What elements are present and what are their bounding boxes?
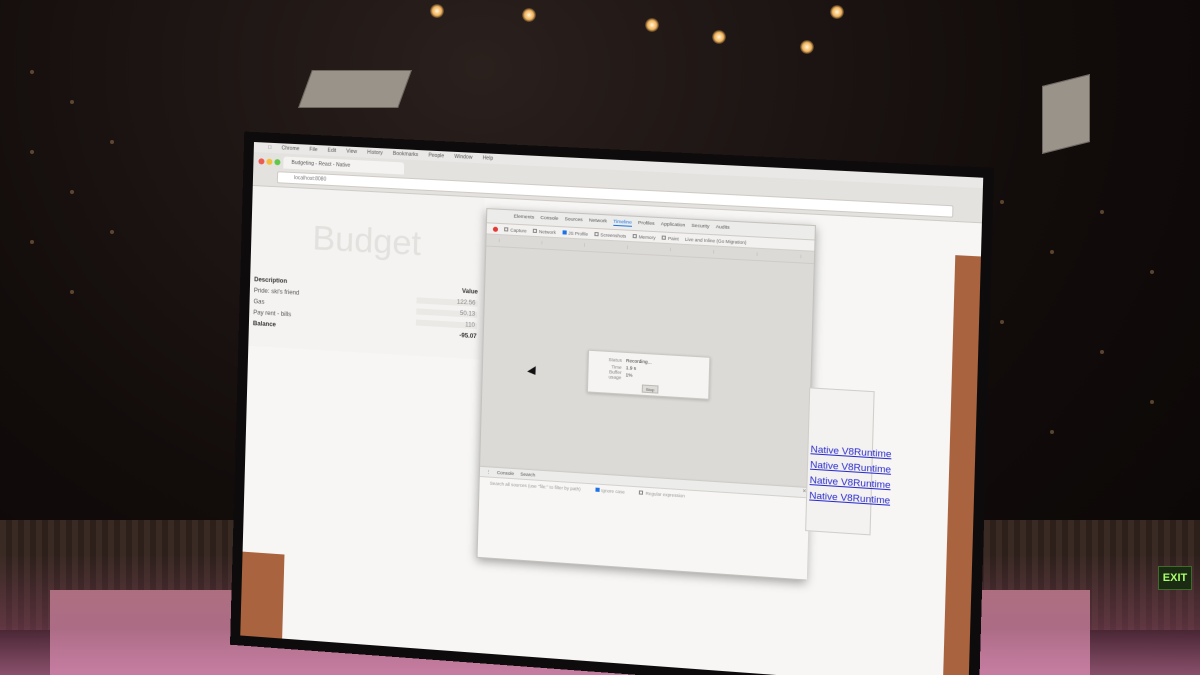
ignore-case-label: Ignore case xyxy=(601,487,625,494)
menu-history[interactable]: History xyxy=(367,150,383,157)
ceiling-light xyxy=(712,30,726,44)
minimize-window-button[interactable] xyxy=(266,159,272,165)
wall-speaker xyxy=(1042,74,1090,154)
menu-chrome[interactable]: Chrome xyxy=(281,145,299,152)
balance-value: -95.07 xyxy=(459,333,476,340)
links-panel: Native V8Runtime Native V8Runtime Native… xyxy=(805,387,875,535)
timeline-area: | | | | | | | | Status Recording... Time 1.9 s … xyxy=(480,234,814,486)
tab-elements[interactable]: Elements xyxy=(514,215,535,221)
recording-select[interactable]: Live and Inline (Go Migration) xyxy=(685,236,747,244)
links-list: Native V8Runtime Native V8Runtime Native… xyxy=(807,442,892,509)
stop-button[interactable]: Stop xyxy=(642,384,659,393)
screenshots-label: Screenshots xyxy=(600,232,626,238)
capture-label: Capture xyxy=(510,227,527,233)
time-value: 1.9 s xyxy=(626,365,636,371)
menu-window[interactable]: Window xyxy=(454,154,472,161)
drawer-menu-icon[interactable]: ⋮ xyxy=(486,469,491,475)
row-value: 122.56 xyxy=(417,297,478,306)
ceiling-light xyxy=(800,40,814,54)
balance-label: Balance xyxy=(253,321,276,328)
tab-timeline[interactable]: Timeline xyxy=(613,219,632,226)
paint-label: Paint xyxy=(668,235,679,241)
header-description: Description xyxy=(254,277,287,285)
drawer-tab-console[interactable]: Console xyxy=(497,470,514,476)
capture-option[interactable]: Capture xyxy=(504,227,527,233)
recording-status-dialog: Status Recording... Time 1.9 s Buffer us… xyxy=(587,350,710,400)
search-input[interactable]: Search all sources (use "file:" to filte… xyxy=(490,480,581,491)
projection-screen:  Chrome File Edit View History Bookmark… xyxy=(240,142,983,675)
network-label: Network xyxy=(539,229,556,235)
ceiling-light xyxy=(645,18,659,32)
budget-table: Description Value Pride: ski's friend 12… xyxy=(251,274,480,342)
ceiling-light xyxy=(522,8,536,22)
row-description: Pay rent - bills xyxy=(253,310,291,318)
checkbox-icon xyxy=(639,491,643,495)
tab-network[interactable]: Network xyxy=(589,218,607,224)
budget-title: Budget xyxy=(251,216,484,268)
tab-title: Budgeting - React - Native xyxy=(291,160,350,169)
row-value: 50.13 xyxy=(416,308,477,318)
exit-sign: EXIT xyxy=(1158,566,1192,590)
tab-application[interactable]: Application xyxy=(661,222,686,228)
apple-icon[interactable]:  xyxy=(268,145,272,151)
menu-file[interactable]: File xyxy=(309,147,317,153)
tab-profiles[interactable]: Profiles xyxy=(638,221,655,227)
bottom-left-strip xyxy=(240,552,284,639)
menu-help[interactable]: Help xyxy=(483,155,494,162)
devtools-drawer: ⋮ Console Search × Search all sources (u… xyxy=(478,466,810,580)
checkbox-icon xyxy=(632,234,636,238)
memory-option[interactable]: Memory xyxy=(632,233,655,239)
row-description: Pride: ski's friend xyxy=(254,288,300,297)
header-value: Value xyxy=(462,288,478,295)
ceiling-light xyxy=(830,5,844,19)
address-text: localhost:8080 xyxy=(294,175,326,183)
regex-label: Regular expression xyxy=(646,490,685,498)
checkbox-icon xyxy=(504,228,508,232)
ceiling-speaker xyxy=(298,70,412,108)
budget-app: Budget Description Value Pride: ski's fr… xyxy=(248,186,484,360)
tab-console[interactable]: Console xyxy=(540,216,558,222)
menu-view[interactable]: View xyxy=(346,149,357,156)
tab-audits[interactable]: Audits xyxy=(716,225,730,231)
screenshots-option[interactable]: Screenshots xyxy=(594,231,626,238)
js-profile-label: JS Profile xyxy=(568,230,588,236)
paint-option[interactable]: Paint xyxy=(662,235,679,241)
checkbox-icon xyxy=(533,229,537,233)
checkbox-icon xyxy=(562,231,566,235)
checkbox-icon xyxy=(662,236,666,240)
menu-edit[interactable]: Edit xyxy=(327,148,336,154)
drawer-tab-search[interactable]: Search xyxy=(520,472,535,478)
checkbox-icon xyxy=(594,232,598,236)
tab-security[interactable]: Security xyxy=(691,224,709,230)
ignore-case-option[interactable]: Ignore case xyxy=(595,487,625,494)
checkbox-icon xyxy=(595,488,599,492)
network-option[interactable]: Network xyxy=(533,228,556,234)
devtools-window: Elements Console Sources Network Timelin… xyxy=(477,208,816,580)
menu-bookmarks[interactable]: Bookmarks xyxy=(393,151,418,158)
record-icon[interactable] xyxy=(493,226,498,231)
buffer-value: 1% xyxy=(626,372,633,377)
buffer-label: Buffer usage xyxy=(597,368,622,380)
regex-option[interactable]: Regular expression xyxy=(639,490,685,498)
ceiling-light xyxy=(430,4,444,18)
memory-label: Memory xyxy=(639,234,656,240)
maximize-window-button[interactable] xyxy=(274,159,280,165)
close-window-button[interactable] xyxy=(258,158,264,164)
row-description: Gas xyxy=(253,299,264,306)
mouse-pointer-icon xyxy=(527,366,540,377)
js-profile-option[interactable]: JS Profile xyxy=(562,230,588,236)
tab-sources[interactable]: Sources xyxy=(565,217,583,223)
menu-people[interactable]: People xyxy=(428,153,444,160)
